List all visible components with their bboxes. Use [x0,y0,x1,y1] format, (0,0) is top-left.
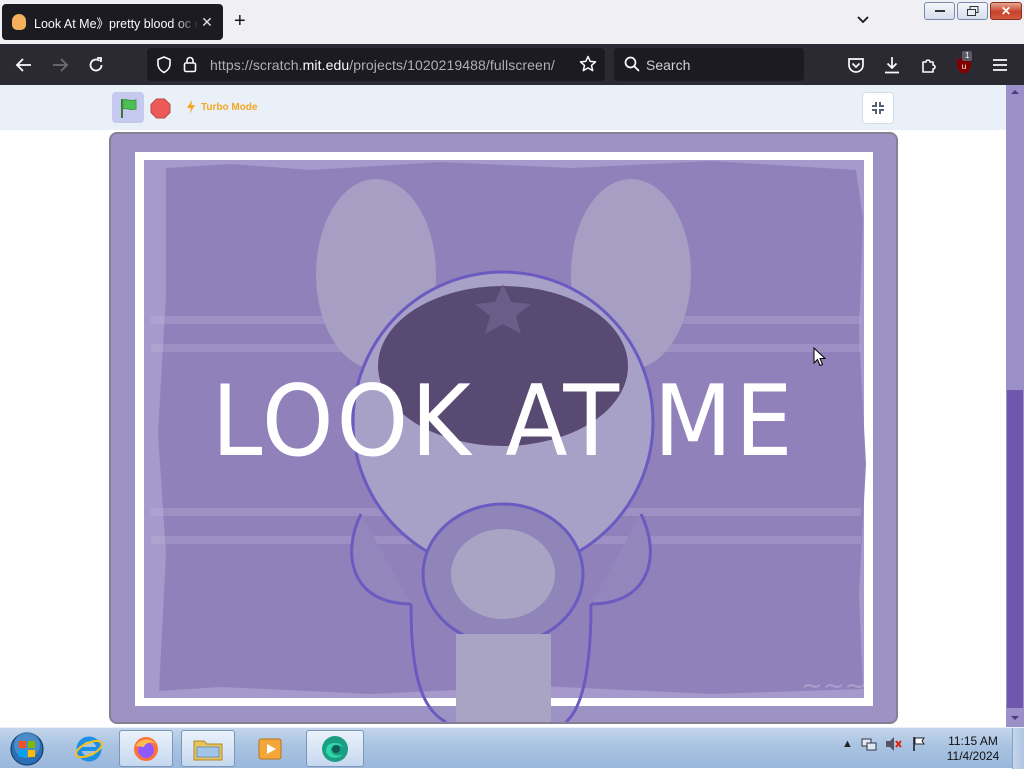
scratch-stage[interactable]: ~~~ LOOK AT ME [109,132,898,724]
tab-title: Look At Me》pretty blood oc oc [34,16,199,31]
scratch-controls-bar: Turbo Mode [0,85,1006,130]
lightning-bolt-icon [187,100,195,114]
restore-icon [966,6,978,16]
page-content: ~~~ LOOK AT ME [0,130,1006,727]
pocket-button[interactable] [845,54,867,76]
exit-fullscreen-button[interactable] [862,92,894,124]
navigation-toolbar: https://scratch.mit.edu/projects/1020219… [0,44,1024,85]
system-clock[interactable]: 11:15 AM 11/4/2024 [940,734,1006,764]
scrollbar-thumb[interactable] [1007,390,1023,708]
mouse-cursor-icon [813,347,827,367]
url-domain: mit.edu [302,57,350,73]
extensions-button[interactable] [918,54,940,76]
taskbar-file-explorer[interactable] [181,730,235,767]
chevron-down-icon [857,16,869,24]
hamburger-menu-icon [993,59,1007,71]
network-icon[interactable] [861,736,877,752]
green-flag-button[interactable] [112,92,144,123]
green-flag-icon [121,98,137,118]
scroll-up-icon[interactable] [1010,89,1020,95]
scroll-down-icon[interactable] [1010,715,1020,721]
star-bookmark-icon[interactable] [579,55,597,73]
new-tab-button[interactable]: + [234,11,246,31]
back-button[interactable] [13,54,35,76]
forward-button[interactable] [49,54,71,76]
puzzle-piece-icon [922,59,936,73]
taskbar-media-player[interactable] [243,730,297,767]
close-icon: ✕ [1000,4,1012,18]
restore-button[interactable] [957,2,988,20]
stage-title-text: LOOK AT ME [211,365,796,479]
scratch-favicon-icon [12,14,26,30]
tab-active[interactable]: Look At Me》pretty blood oc oc ✕ [2,4,223,40]
exit-fullscreen-icon [872,102,884,114]
taskbar-internet-explorer[interactable] [62,730,116,767]
taskbar-firefox[interactable] [119,730,173,767]
page-scrollbar[interactable] [1006,85,1024,727]
reload-button[interactable] [85,54,107,76]
search-icon [624,56,640,72]
system-tray: ▲ [842,736,927,752]
media-player-icon [258,738,282,759]
address-bar[interactable]: https://scratch.mit.edu/projects/1020219… [147,48,605,81]
shield-icon[interactable] [156,56,172,74]
minimize-button[interactable] [924,2,955,20]
folder-icon [193,740,223,760]
internet-explorer-icon [75,736,103,761]
url-text: https://scratch.mit.edu/projects/1020219… [210,57,555,73]
windows-start-orb-icon [10,731,44,766]
downloads-button[interactable] [881,54,903,76]
taskbar-edge-app[interactable] [306,730,364,767]
clock-time: 11:15 AM [948,734,998,748]
pocket-icon [848,57,864,73]
close-window-button[interactable]: ✕ [990,2,1022,20]
tab-strip: Look At Me》pretty blood oc oc ✕ + ✕ [0,0,1024,44]
minimize-icon [934,10,945,12]
turbo-mode-indicator[interactable]: Turbo Mode [186,100,257,114]
stop-button[interactable] [150,98,171,124]
svg-text:u: u [962,62,966,71]
volume-muted-icon[interactable] [885,736,903,752]
arrow-left-icon [15,58,31,72]
turbo-mode-label: Turbo Mode [201,101,258,113]
firefox-icon [134,736,158,761]
tab-close-icon[interactable]: ✕ [199,14,215,31]
action-center-flag-icon[interactable] [911,736,927,752]
window-controls: ✕ [924,2,1022,20]
search-placeholder: Search [646,57,691,73]
download-icon [885,57,899,74]
url-path: /projects/1020219488/fullscreen/ [349,57,555,73]
search-bar[interactable]: Search [614,48,804,81]
edge-icon [322,735,348,762]
tray-expand-icon[interactable]: ▲ [842,738,853,750]
start-button[interactable] [2,730,52,767]
stop-sign-icon [150,98,171,119]
lock-icon[interactable] [183,55,197,73]
svg-text:~~~: ~~~ [801,671,866,701]
url-prefix: https://scratch. [210,57,303,73]
menu-button[interactable] [989,54,1011,76]
windows-taskbar: ▲ 11:15 AM 11/4/2024 [0,727,1024,769]
list-all-tabs-button[interactable] [856,12,870,30]
ublock-badge: 1 [962,51,973,61]
arrow-right-icon [53,58,69,72]
clock-date: 11/4/2024 [946,749,1000,763]
show-desktop-button[interactable] [1012,728,1024,769]
reload-icon [89,57,103,72]
